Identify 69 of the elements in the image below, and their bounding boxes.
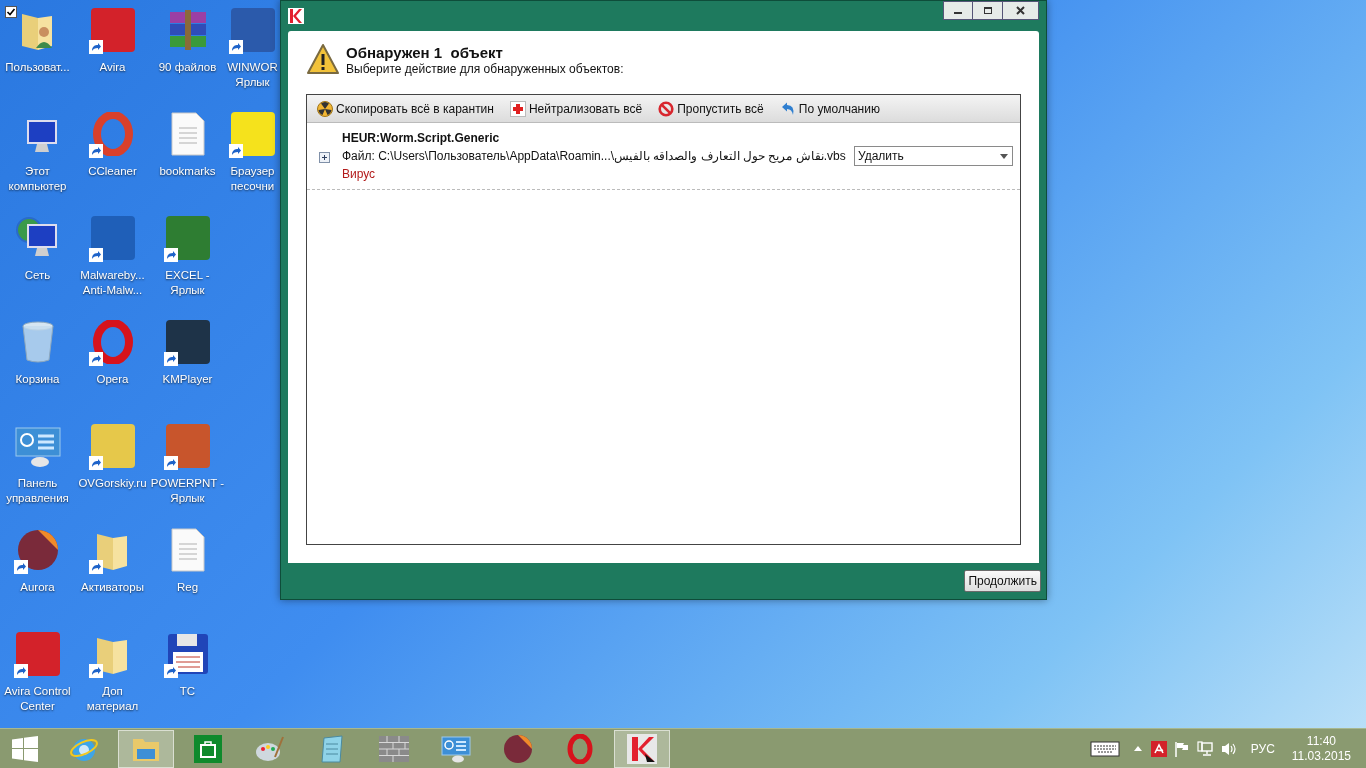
threat-name: HEUR:Worm.Script.Generic (342, 130, 501, 146)
taskbar-app-button[interactable] (118, 729, 174, 768)
shopping-bag-icon[interactable] (194, 734, 222, 763)
desktop-icon-label[interactable]: Панель управления (6, 476, 69, 506)
clock[interactable]: 11:40 11.03.2015 (1291, 733, 1351, 764)
network-icon[interactable] (1196, 740, 1213, 757)
document-icon (169, 528, 206, 572)
desktop-icon-label[interactable]: 90 файлов (158, 60, 217, 75)
orb-icon[interactable] (503, 733, 533, 764)
maximize-button[interactable] (973, 1, 1003, 20)
orb-icon (15, 528, 60, 572)
speaker-icon[interactable] (1220, 740, 1237, 757)
desktop-icon-label[interactable]: EXCEL - Ярлык (165, 268, 210, 298)
desktop-icon-label[interactable]: WINWOR Ярлык (227, 60, 278, 90)
file-path: Файл: C:\Users\Пользователь\AppData\Roamin...\نقاش مريح حول التعارف والصداقه بالفيس.vbs (342, 148, 846, 165)
windows-logo-icon (12, 735, 38, 762)
no-entry-icon (658, 100, 675, 117)
document-icon (169, 112, 206, 156)
control-panel-icon[interactable] (441, 734, 471, 763)
medical-cross-icon (509, 100, 526, 117)
desktop-icon-label[interactable]: Opera (96, 372, 129, 387)
desktop-icon-label[interactable]: KMPlayer (162, 372, 213, 387)
desktop-icon-label[interactable]: Доп материал (86, 684, 139, 714)
desktop-icon-label[interactable]: Avira (99, 60, 126, 75)
action-dropdown[interactable]: Удалить (854, 146, 1013, 166)
expand-icon[interactable] (319, 152, 330, 163)
dialog-subheading: Выберите действие для обнаруженных объектов: (346, 62, 624, 77)
threat-type: Вирус (342, 166, 377, 183)
warning-icon (306, 43, 340, 77)
toolbar-button[interactable]: Скопировать всё в карантин (317, 99, 494, 118)
checkbox-icon[interactable] (4, 6, 17, 18)
desktop-icon-label[interactable]: CCleaner (88, 164, 137, 179)
desktop-icon-label[interactable]: bookmarks (159, 164, 216, 179)
ring-icon[interactable] (565, 733, 595, 764)
app-logo-icon[interactable] (627, 733, 657, 764)
toolbar-button[interactable]: По умолчанию (779, 99, 880, 118)
desktop-icon-label[interactable]: Браузер песочни (230, 164, 275, 194)
language-indicator[interactable]: РУС (1250, 739, 1275, 758)
flag-icon[interactable] (1174, 740, 1189, 757)
control-panel-icon (13, 424, 62, 468)
desktop-icon-label[interactable]: Сеть (24, 268, 51, 283)
minimize-button[interactable] (943, 1, 973, 20)
keyboard-icon[interactable] (1089, 740, 1120, 757)
desktop-icon-label[interactable]: Корзина (15, 372, 60, 387)
radiation-icon (317, 100, 333, 117)
desktop-icon-label[interactable]: Reg (176, 580, 199, 595)
desktop-icon-label[interactable]: POWERPNT - Ярлык (150, 476, 225, 506)
toolbar-button[interactable]: Нейтрализовать всё (509, 99, 643, 118)
desktop-icon-label[interactable]: Aurora (20, 580, 55, 595)
close-icon (1016, 6, 1025, 15)
desktop-icon-label[interactable]: Malwareby... Anti-Malw... (80, 268, 145, 298)
toolbar-button[interactable]: Пропустить всё (658, 99, 764, 118)
continue-button[interactable]: Продолжить (964, 570, 1041, 592)
taskbar-app-button[interactable] (614, 729, 670, 768)
desktop-icon-label[interactable]: Avira Control Center (4, 684, 71, 714)
recycle-bin-icon (19, 320, 56, 364)
desktop-icon-label[interactable]: Этот компьютер (8, 164, 67, 194)
desktop-icon-label[interactable]: Активаторы (81, 580, 144, 595)
palette-icon[interactable] (255, 734, 285, 763)
desktop-icon-label[interactable]: TC (179, 684, 196, 699)
dialog-heading: Обнаружен 1 объект (346, 44, 504, 62)
caret-up-icon[interactable] (1133, 746, 1142, 751)
dropdown-caret-icon (1000, 153, 1008, 159)
desktop-icon-label[interactable]: Пользоват... (5, 60, 70, 75)
brick-wall-icon[interactable] (379, 735, 409, 762)
notepad-icon[interactable] (318, 733, 346, 764)
close-button[interactable] (1003, 1, 1039, 20)
desktop-icon-label[interactable]: OVGorskiy.ru (78, 476, 147, 491)
app-logo-icon (288, 8, 304, 24)
